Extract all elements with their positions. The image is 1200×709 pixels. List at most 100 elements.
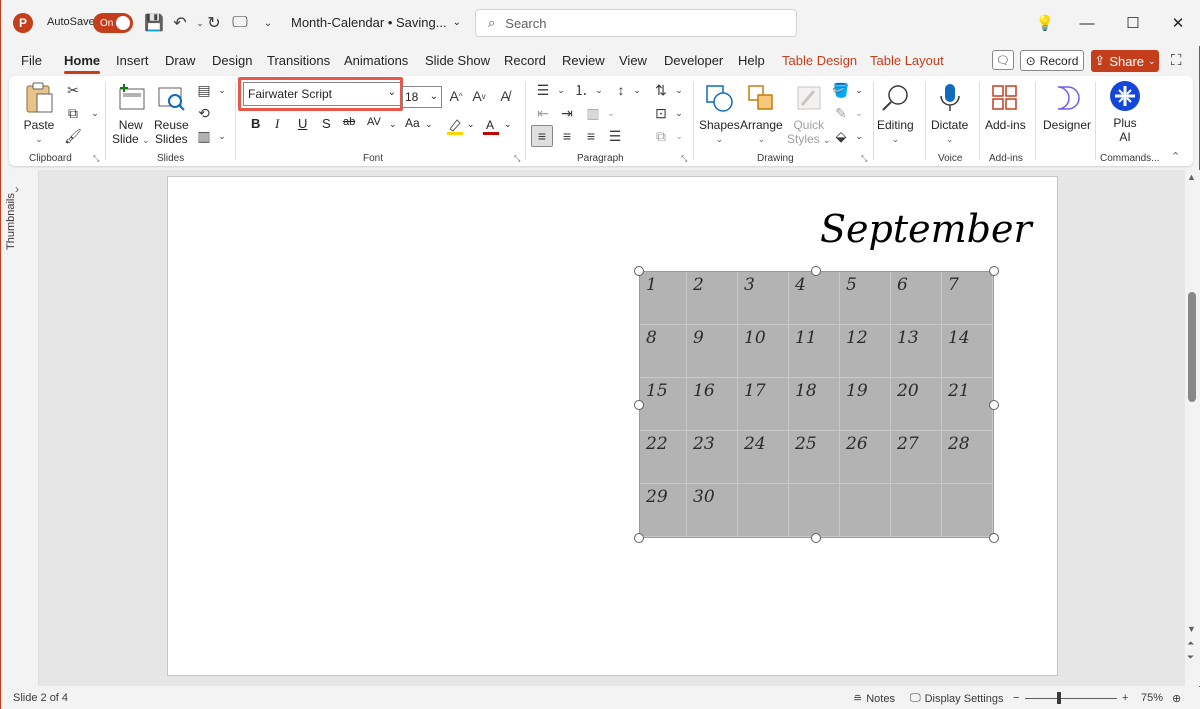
calendar-cell[interactable]: 22 bbox=[640, 431, 687, 484]
quick-styles-button[interactable]: Quick Styles ⌄ bbox=[787, 82, 831, 147]
tab-insert[interactable]: Insert bbox=[116, 53, 149, 68]
dialog-launcher-icon[interactable]: ⤡ bbox=[681, 154, 687, 164]
redo-icon[interactable]: ↻ bbox=[203, 12, 225, 34]
chevron-down-icon[interactable]: ⌄ bbox=[504, 119, 512, 130]
resize-handle[interactable] bbox=[634, 266, 644, 276]
calendar-cell[interactable]: 24 bbox=[738, 431, 789, 484]
designer-button[interactable]: Designer bbox=[1043, 82, 1091, 132]
zoom-out-icon[interactable]: − bbox=[1013, 692, 1019, 704]
chevron-down-icon[interactable]: ⌄ bbox=[425, 119, 433, 130]
resize-handle[interactable] bbox=[634, 400, 644, 410]
vertical-scrollbar[interactable]: ▲ ▼ ⏶ ⏷ bbox=[1185, 170, 1200, 686]
calendar-cell[interactable]: 18 bbox=[789, 378, 840, 431]
calendar-cell[interactable]: 13 bbox=[891, 325, 942, 378]
calendar-table[interactable]: 1 2 3 4 5 6 7 8 9 10 11 12 13 14 15 16 17 18 19 20 21 22 23 24 2… bbox=[639, 271, 994, 538]
reuse-slides-button[interactable]: Reuse Slides bbox=[154, 82, 189, 146]
columns-icon[interactable]: ▥ bbox=[583, 103, 603, 123]
chevron-down-icon[interactable]: ⌄ bbox=[849, 126, 869, 146]
chevron-down-icon[interactable]: ⌄ bbox=[551, 80, 571, 100]
tab-table-design[interactable]: Table Design bbox=[782, 53, 857, 68]
arrange-button[interactable]: Arrange ⌄ bbox=[740, 82, 783, 146]
strikethrough-button[interactable]: ab bbox=[343, 116, 355, 128]
tab-design[interactable]: Design bbox=[212, 53, 252, 68]
share-button[interactable]: ⇪ Share ⌄ bbox=[1091, 50, 1159, 72]
calendar-cell[interactable]: 10 bbox=[738, 325, 789, 378]
tab-developer[interactable]: Developer bbox=[664, 53, 723, 68]
shapes-button[interactable]: Shapes ⌄ bbox=[699, 82, 740, 146]
calendar-cell[interactable]: 26 bbox=[840, 431, 891, 484]
scroll-down-icon[interactable]: ▼ bbox=[1187, 624, 1196, 634]
bold-button[interactable]: B bbox=[251, 116, 260, 131]
align-center-icon[interactable]: ≡ bbox=[557, 126, 577, 146]
reset-icon[interactable]: ⟲ bbox=[194, 103, 214, 123]
next-slide-icon[interactable]: ⏷ bbox=[1187, 652, 1194, 663]
zoom-in-icon[interactable]: + bbox=[1122, 692, 1128, 704]
layout-icon[interactable]: ▤ bbox=[194, 80, 214, 100]
calendar-cell[interactable]: 4 bbox=[789, 272, 840, 325]
italic-button[interactable]: I bbox=[275, 116, 279, 132]
section-icon[interactable]: ▥ bbox=[194, 126, 214, 146]
text-direction-icon[interactable]: ⇅ bbox=[651, 80, 671, 100]
chevron-down-icon[interactable]: ⌄ bbox=[589, 80, 609, 100]
calendar-cell[interactable]: 16 bbox=[687, 378, 738, 431]
highlighter-icon[interactable] bbox=[445, 116, 465, 136]
calendar-cell[interactable]: 25 bbox=[789, 431, 840, 484]
resize-handle[interactable] bbox=[989, 400, 999, 410]
align-right-icon[interactable]: ≡ bbox=[581, 126, 601, 146]
change-case-button[interactable]: Aa bbox=[405, 116, 420, 130]
dialog-launcher-icon[interactable]: ⤡ bbox=[861, 154, 867, 164]
resize-handle[interactable] bbox=[634, 533, 644, 543]
calendar-cell[interactable] bbox=[840, 484, 891, 537]
character-spacing-button[interactable]: AV bbox=[367, 116, 381, 128]
addins-button[interactable]: Add-ins bbox=[985, 82, 1026, 132]
align-left-icon[interactable]: ≡ bbox=[531, 125, 553, 147]
slide[interactable]: September 1 2 3 4 5 6 7 8 9 10 11 12 13 14 15 16 17 18 19 2… bbox=[167, 176, 1058, 676]
record-button[interactable]: ⊙ Record bbox=[1020, 50, 1084, 71]
tab-animations[interactable]: Animations bbox=[344, 53, 408, 68]
paste-button[interactable]: Paste ⌄ bbox=[23, 82, 55, 146]
close-icon[interactable]: ✕ bbox=[1166, 12, 1190, 34]
chevron-down-icon[interactable]: ⌄ bbox=[85, 103, 105, 123]
cut-icon[interactable]: ✂ bbox=[63, 80, 83, 100]
lightbulb-icon[interactable]: 💡 bbox=[1033, 12, 1057, 34]
increase-font-icon[interactable]: A ^ bbox=[446, 86, 466, 106]
calendar-cell[interactable]: 19 bbox=[840, 378, 891, 431]
resize-handle[interactable] bbox=[811, 533, 821, 543]
calendar-cell[interactable]: 17 bbox=[738, 378, 789, 431]
resize-handle[interactable] bbox=[811, 266, 821, 276]
undo-icon[interactable]: ↶ bbox=[169, 12, 191, 34]
collapse-ribbon-icon[interactable]: ⌃ bbox=[1171, 150, 1180, 163]
underline-button[interactable]: U bbox=[298, 116, 307, 131]
calendar-cell[interactable]: 30 bbox=[687, 484, 738, 537]
calendar-cell[interactable]: 1 bbox=[640, 272, 687, 325]
calendar-cell[interactable] bbox=[891, 484, 942, 537]
display-settings-button[interactable]: 🖵 Display Settings bbox=[910, 692, 1003, 705]
dictate-button[interactable]: Dictate ⌄ bbox=[931, 82, 968, 146]
bullets-icon[interactable]: ☰ bbox=[533, 80, 553, 100]
format-painter-icon[interactable]: 🖌 bbox=[63, 126, 83, 146]
chevron-down-icon[interactable]: ⌄ bbox=[669, 103, 689, 123]
save-icon[interactable]: 💾 bbox=[143, 12, 165, 34]
increase-indent-icon[interactable]: ⇥ bbox=[557, 103, 577, 123]
notes-button[interactable]: ≘ Notes bbox=[853, 692, 895, 706]
customize-qat-icon[interactable]: ⌄ bbox=[257, 12, 279, 34]
numbering-icon[interactable]: ⒈ bbox=[571, 80, 591, 100]
resize-handle[interactable] bbox=[989, 533, 999, 543]
calendar-cell[interactable]: 11 bbox=[789, 325, 840, 378]
tab-record[interactable]: Record bbox=[504, 53, 546, 68]
chevron-down-icon[interactable]: ⌄ bbox=[669, 126, 689, 146]
tab-home[interactable]: Home bbox=[64, 53, 101, 74]
calendar-cell[interactable]: 14 bbox=[942, 325, 993, 378]
tab-slide-show[interactable]: Slide Show bbox=[425, 53, 490, 68]
comments-button[interactable]: 🗨 bbox=[992, 50, 1014, 70]
shadow-button[interactable]: S bbox=[322, 116, 331, 131]
calendar-cell[interactable]: 27 bbox=[891, 431, 942, 484]
justify-icon[interactable]: ☰ bbox=[605, 126, 625, 146]
calendar-cell[interactable]: 7 bbox=[942, 272, 993, 325]
calendar-cell[interactable]: 6 bbox=[891, 272, 942, 325]
editing-button[interactable]: Editing ⌄ bbox=[877, 82, 914, 146]
calendar-cell[interactable]: 15 bbox=[640, 378, 687, 431]
chevron-down-icon[interactable]: ⌄ bbox=[212, 80, 232, 100]
align-text-icon[interactable]: ⊡ bbox=[651, 103, 671, 123]
maximize-icon[interactable]: ☐ bbox=[1121, 12, 1145, 34]
